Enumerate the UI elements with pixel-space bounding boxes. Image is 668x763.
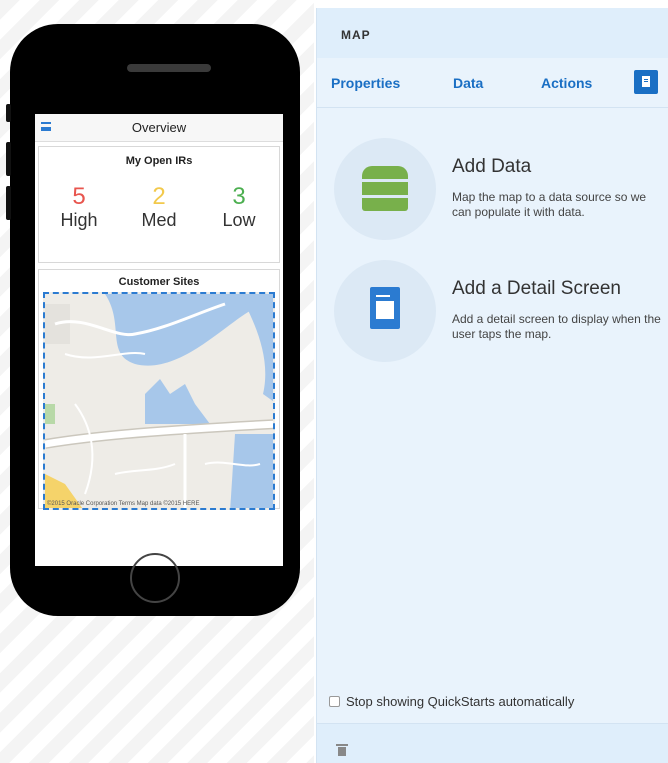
panel-title: MAP <box>317 8 668 58</box>
phone-mute-button <box>6 104 11 122</box>
stop-showing-quickstarts[interactable]: Stop showing QuickStarts automatically <box>329 694 574 709</box>
properties-panel: MAP Properties Data Actions Add Data Map… <box>316 8 668 763</box>
panel-footer <box>317 723 668 763</box>
ir-med-label: Med <box>141 210 177 230</box>
phone-home-button <box>130 553 180 603</box>
add-data-description: Map the map to a data source so we can p… <box>452 190 647 219</box>
map-attribution: ©2015 Oracle Corporation Terms Map data … <box>47 501 200 507</box>
tab-properties[interactable]: Properties <box>331 75 400 91</box>
sites-card-title: Customer Sites <box>118 276 200 288</box>
ir-med: 2 Med <box>126 185 192 231</box>
ir-low-count: 3 <box>232 183 246 210</box>
stop-showing-label: Stop showing QuickStarts automatically <box>346 694 575 709</box>
open-irs-card[interactable]: My Open IRs 5 High 2 Med 3 Low <box>38 146 280 263</box>
map-component[interactable]: ©2015 Oracle Corporation Terms Map data … <box>43 292 275 510</box>
screen-header: Overview <box>35 114 283 142</box>
map-image <box>45 294 273 508</box>
ir-high-label: High <box>60 210 98 230</box>
trash-icon[interactable] <box>336 744 348 756</box>
ir-med-count: 2 <box>152 183 166 210</box>
phone-volume-up-button <box>6 142 11 176</box>
add-detail-description: Add a detail screen to display when the … <box>452 312 661 341</box>
phone-screen: Overview My Open IRs 5 High 2 Med 3 Low <box>35 114 283 566</box>
ir-low: 3 Low <box>206 185 272 231</box>
screen-title: Overview <box>131 120 187 135</box>
ir-low-label: Low <box>222 210 256 230</box>
document-icon <box>370 287 400 329</box>
add-detail-circle[interactable] <box>334 260 436 362</box>
add-data-circle[interactable] <box>334 138 436 240</box>
add-detail-title[interactable]: Add a Detail Screen <box>452 278 621 300</box>
irs-card-title: My Open IRs <box>125 155 193 167</box>
ir-high-count: 5 <box>72 183 86 210</box>
phone-volume-down-button <box>6 186 11 220</box>
phone-speaker <box>127 64 211 72</box>
customer-sites-card[interactable]: Customer Sites ©2015 Oracle Corporation … <box>38 269 280 510</box>
stop-showing-checkbox[interactable] <box>329 696 340 707</box>
tab-data[interactable]: Data <box>453 75 483 91</box>
database-icon <box>362 166 408 212</box>
phone-frame: Overview My Open IRs 5 High 2 Med 3 Low <box>6 24 300 616</box>
quickstart-icon[interactable] <box>634 70 658 94</box>
panel-tabs: Properties Data Actions <box>317 58 668 108</box>
hamburger-menu-icon[interactable] <box>41 122 51 131</box>
ir-high: 5 High <box>46 185 112 231</box>
add-data-title[interactable]: Add Data <box>452 156 531 178</box>
design-canvas: Overview My Open IRs 5 High 2 Med 3 Low <box>0 0 314 763</box>
tab-actions[interactable]: Actions <box>541 75 592 91</box>
